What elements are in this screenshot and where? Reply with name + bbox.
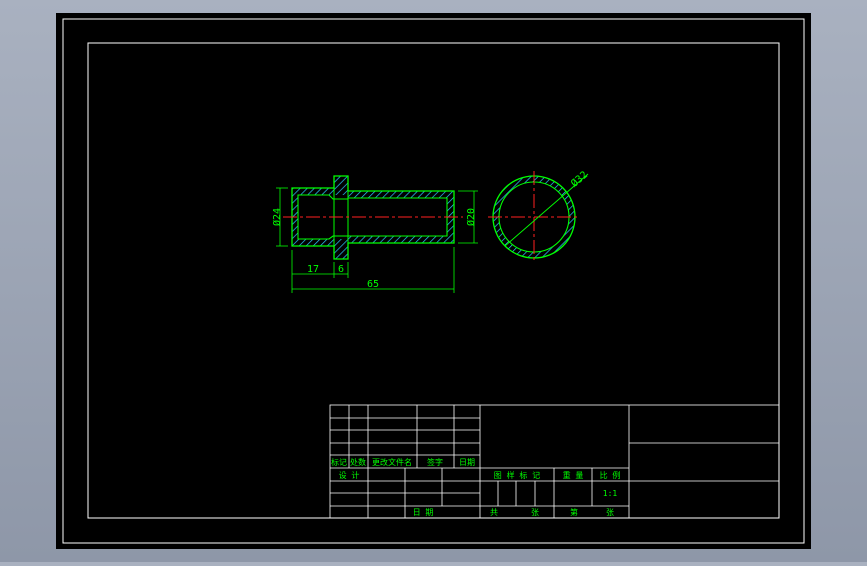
weight-label: 重 量 — [563, 470, 584, 480]
rev-header-file: 更改文件名 — [372, 457, 412, 467]
model-space — [56, 13, 811, 549]
design-label: 设 计 — [339, 470, 360, 480]
sheet-label: 第 — [570, 507, 578, 517]
rev-header-count: 处数 — [350, 457, 366, 467]
rev-header-mark: 标记 — [331, 457, 347, 467]
date-label: 日 期 — [413, 508, 434, 517]
dim-d20: Ø20 — [465, 208, 477, 226]
stage-label: 图 样 标 记 — [494, 470, 540, 480]
drawing-canvas[interactable]: Ø24 Ø20 17 6 65 Ø32 标记 处数 更改文件名 签字 日期 设 … — [0, 0, 867, 562]
dim-6: 6 — [338, 264, 344, 275]
rev-header-sign: 签字 — [427, 457, 443, 467]
scale-value: 1:1 — [603, 489, 618, 498]
cad-viewport[interactable]: Ø24 Ø20 17 6 65 Ø32 标记 处数 更改文件名 签字 日期 设 … — [0, 0, 867, 562]
dim-65: 65 — [367, 279, 379, 290]
rev-header-date: 日期 — [459, 458, 475, 467]
scale-label: 比 例 — [600, 470, 621, 480]
sheets-label: 张 — [531, 508, 539, 517]
dim-17: 17 — [307, 264, 319, 275]
sheet-unit: 张 — [606, 508, 614, 517]
total-label: 共 — [490, 508, 498, 517]
dim-d24: Ø24 — [271, 208, 283, 226]
